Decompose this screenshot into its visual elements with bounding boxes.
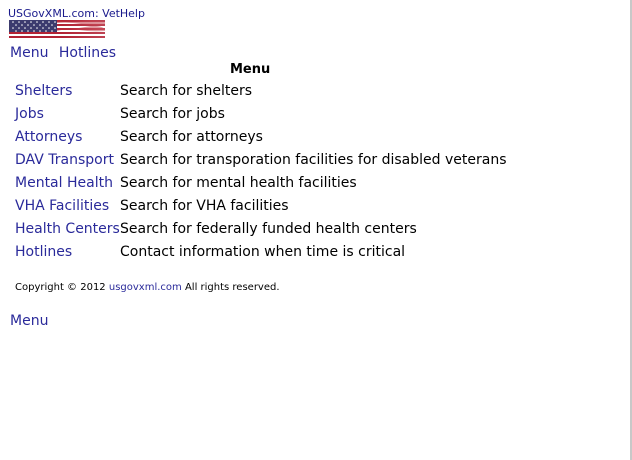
- hotlines-description: Contact information when time is critica…: [120, 243, 406, 260]
- menu-row-jobs: Jobs Search for jobs: [15, 102, 506, 125]
- menu-row-mental-health: Mental Health Search for mental health f…: [15, 171, 506, 194]
- usgovxml-link[interactable]: usgovxml.com: [109, 282, 182, 293]
- health-centers-link[interactable]: Health Centers: [15, 221, 120, 237]
- copyright-prefix: Copyright © 2012: [15, 282, 106, 293]
- dav-transport-link[interactable]: DAV Transport: [15, 152, 114, 168]
- menu-row-attorneys: Attorneys Search for attorneys: [15, 125, 506, 148]
- vha-facilities-link[interactable]: VHA Facilities: [15, 198, 109, 214]
- shelters-link[interactable]: Shelters: [15, 83, 72, 99]
- hotlines-link[interactable]: Hotlines: [15, 244, 72, 260]
- bottom-menu-link[interactable]: Menu: [10, 313, 48, 329]
- menu-row-shelters: Shelters Search for shelters: [15, 79, 506, 102]
- jobs-link[interactable]: Jobs: [15, 106, 44, 122]
- jobs-description: Search for jobs: [120, 105, 225, 122]
- site-title-link[interactable]: USGovXML.com: VetHelp: [8, 7, 145, 20]
- american-flag-icon: [9, 20, 105, 40]
- nav-hotlines-link[interactable]: Hotlines: [59, 45, 116, 61]
- mental-health-link[interactable]: Mental Health: [15, 175, 113, 191]
- vha-facilities-description: Search for VHA facilities: [120, 197, 289, 214]
- top-navigation: Menu Hotlines: [10, 45, 122, 61]
- dav-transport-description: Search for transporation facilities for …: [120, 151, 507, 168]
- attorneys-link[interactable]: Attorneys: [15, 129, 82, 145]
- menu-row-dav-transport: DAV Transport Search for transporation f…: [15, 148, 506, 171]
- menu-row-health-centers: Health Centers Search for federally fund…: [15, 217, 506, 240]
- menu-row-vha-facilities: VHA Facilities Search for VHA facilities: [15, 194, 506, 217]
- menu-table: Shelters Search for shelters Jobs Search…: [15, 79, 506, 263]
- copyright-suffix: All rights reserved.: [184, 282, 280, 293]
- menu-row-hotlines: Hotlines Contact information when time i…: [15, 240, 506, 263]
- nav-menu-link[interactable]: Menu: [10, 45, 48, 61]
- shelters-description: Search for shelters: [120, 82, 253, 99]
- health-centers-description: Search for federally funded health cente…: [120, 220, 417, 237]
- mental-health-description: Search for mental health facilities: [120, 174, 357, 191]
- copyright-notice: Copyright © 2012 usgovxml.com All rights…: [15, 282, 280, 293]
- menu-heading: Menu: [230, 62, 271, 77]
- attorneys-description: Search for attorneys: [120, 128, 263, 145]
